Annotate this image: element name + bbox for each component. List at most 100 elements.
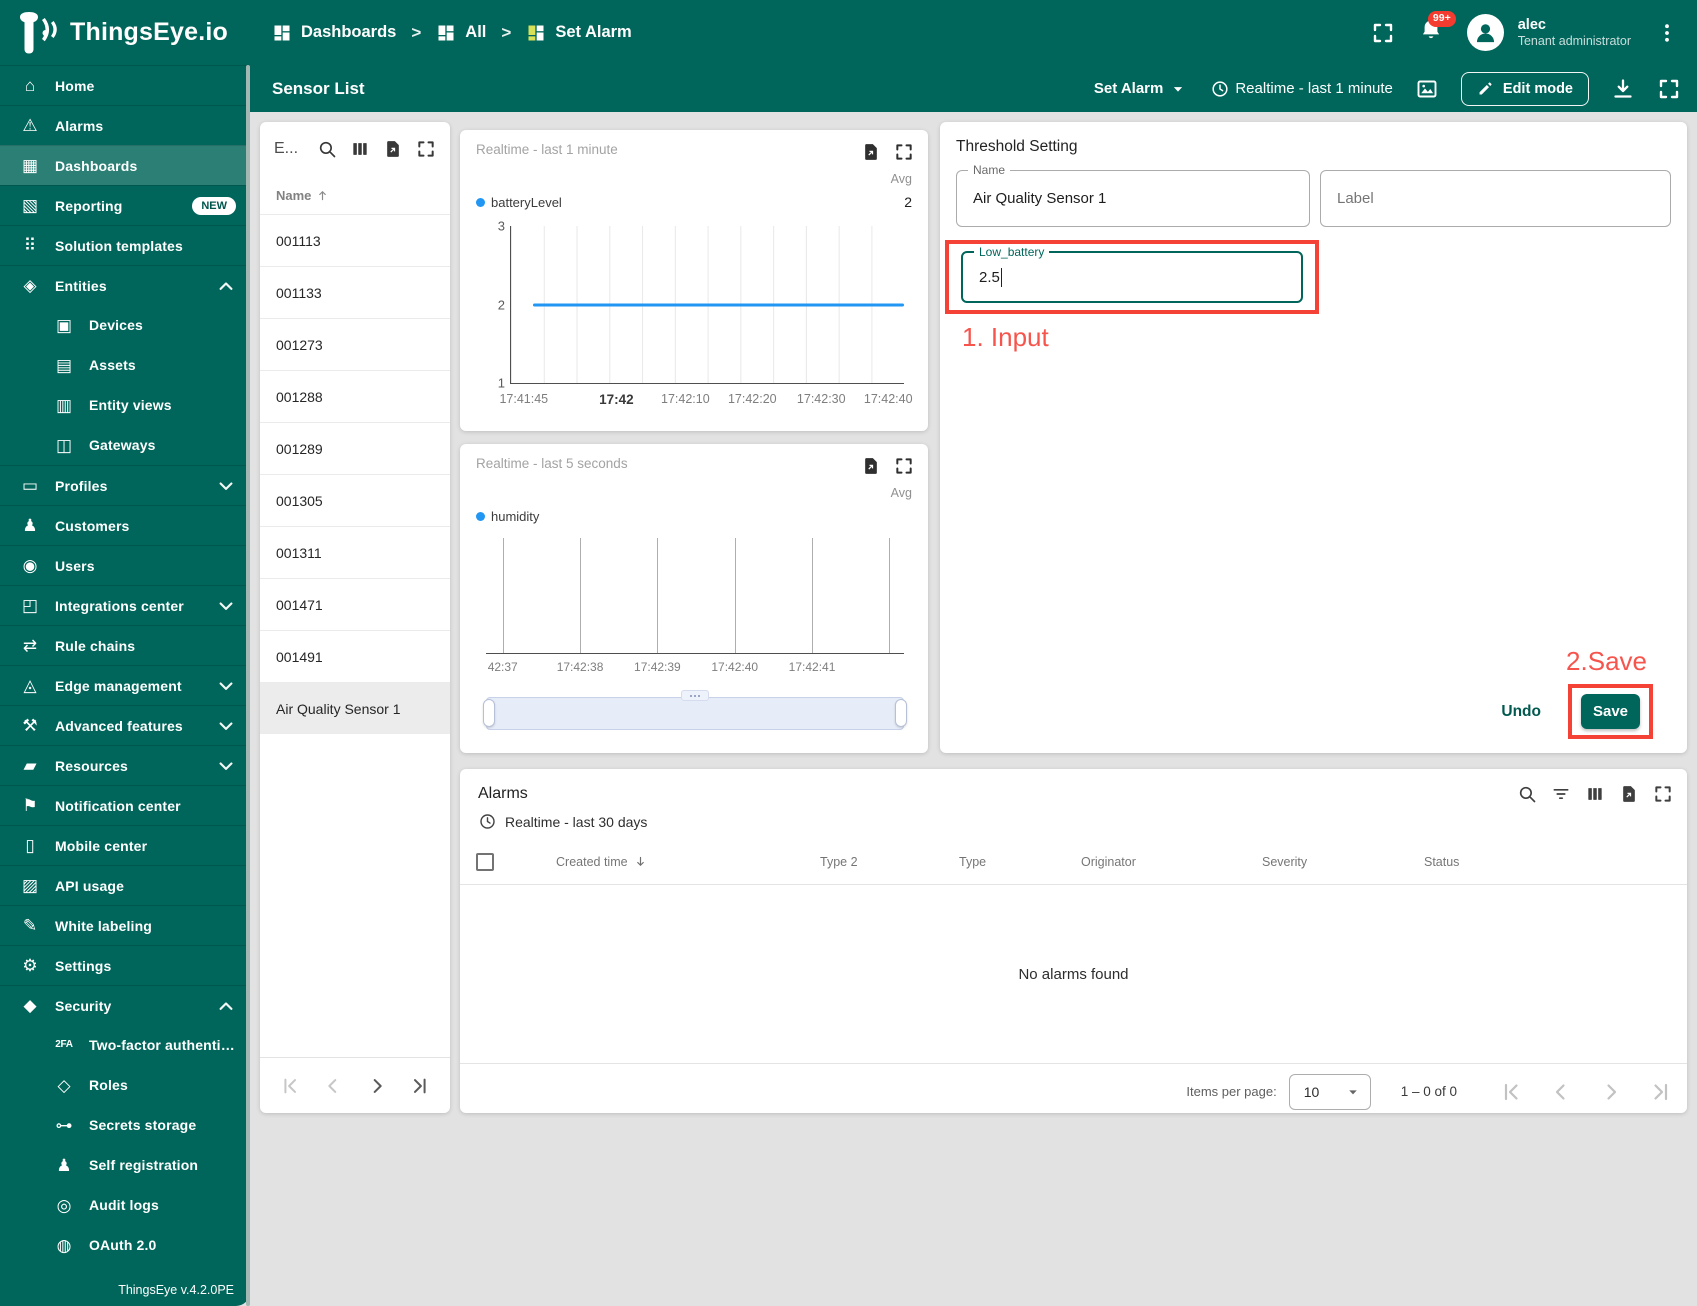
sensor-row[interactable]: 001289 bbox=[260, 422, 450, 474]
expand-icon[interactable] bbox=[216, 716, 236, 736]
dashboard-state-button[interactable]: Set Alarm bbox=[1094, 79, 1188, 99]
breadcrumb-item[interactable]: > Set Alarm bbox=[486, 23, 631, 43]
expand-icon[interactable] bbox=[216, 996, 236, 1016]
sidebar-item[interactable]: ⠿ Solution templates bbox=[0, 225, 250, 265]
sidebar-item[interactable]: ◍ OAuth 2.0 bbox=[0, 1225, 250, 1265]
fullscreen-icon[interactable] bbox=[416, 139, 436, 159]
sensor-row[interactable]: 001288 bbox=[260, 370, 450, 422]
sidebar-item[interactable]: ▥ Entity views bbox=[0, 385, 250, 425]
sidebar-item[interactable]: ◇ Roles bbox=[0, 1065, 250, 1105]
column-type2[interactable]: Type 2 bbox=[820, 855, 959, 869]
avatar[interactable] bbox=[1466, 14, 1504, 51]
sidebar-item[interactable]: ◉ Users bbox=[0, 545, 250, 585]
battery-chart-plot[interactable]: 3 2 1 bbox=[498, 219, 904, 391]
sidebar-item[interactable]: ◈ Entities bbox=[0, 265, 250, 305]
prev-page-icon[interactable] bbox=[322, 1075, 344, 1097]
sensor-row[interactable]: 001305 bbox=[260, 474, 450, 526]
sidebar-item[interactable]: ⚠ Alarms bbox=[0, 105, 250, 145]
humidity-chart-plot[interactable] bbox=[486, 538, 904, 654]
sidebar-item[interactable]: ✎ White labeling bbox=[0, 905, 250, 945]
expand-icon[interactable] bbox=[216, 596, 236, 616]
expand-icon[interactable] bbox=[216, 756, 236, 776]
legend-label[interactable]: batteryLevel bbox=[491, 195, 562, 210]
sidebar-item[interactable]: 2FA Two-factor authenticati… bbox=[0, 1025, 250, 1065]
user-info[interactable]: alec Tenant administrator bbox=[1518, 16, 1631, 50]
select-all-checkbox[interactable] bbox=[476, 852, 494, 871]
column-severity[interactable]: Severity bbox=[1262, 855, 1424, 869]
range-slider-track[interactable] bbox=[486, 697, 904, 730]
export-icon[interactable] bbox=[861, 456, 881, 476]
sidebar-item[interactable]: ▣ Devices bbox=[0, 305, 250, 345]
column-status[interactable]: Status bbox=[1424, 855, 1687, 869]
sidebar-item[interactable]: ▭ Profiles bbox=[0, 465, 250, 505]
fullscreen-icon[interactable] bbox=[894, 456, 914, 476]
column-created-time[interactable]: Created time bbox=[556, 854, 820, 869]
sidebar-item[interactable]: ⌂ Home bbox=[0, 65, 250, 105]
sensor-row[interactable]: 001113 bbox=[260, 214, 450, 266]
breadcrumb-item[interactable]: Dashboards bbox=[272, 23, 396, 43]
fullscreen-icon[interactable] bbox=[1653, 784, 1673, 804]
kebab-menu-icon[interactable] bbox=[1655, 21, 1679, 45]
image-icon[interactable] bbox=[1415, 77, 1439, 101]
sensor-row[interactable]: Air Quality Sensor 1 bbox=[260, 682, 450, 734]
sidebar-scrollbar[interactable] bbox=[246, 65, 250, 1306]
alarms-timewindow-button[interactable]: Realtime - last 30 days bbox=[460, 806, 1687, 831]
sensor-row[interactable]: 001491 bbox=[260, 630, 450, 682]
next-page-icon[interactable] bbox=[1599, 1080, 1623, 1104]
download-icon[interactable] bbox=[1611, 77, 1635, 101]
column-originator[interactable]: Originator bbox=[1081, 855, 1262, 869]
page-size-select[interactable]: 10 bbox=[1288, 1073, 1371, 1110]
name-column-header[interactable]: Name bbox=[260, 176, 450, 214]
brand-logo[interactable]: ThingsEye.io bbox=[12, 11, 228, 55]
fullscreen-icon[interactable] bbox=[1371, 21, 1395, 45]
low-battery-field[interactable]: Low_battery 2.5 bbox=[961, 245, 1303, 303]
range-slider-handle-right[interactable] bbox=[895, 699, 907, 727]
sidebar-item[interactable]: ♟ Customers bbox=[0, 505, 250, 545]
expand-icon[interactable] bbox=[216, 476, 236, 496]
sidebar-item[interactable]: ⚑ Notification center bbox=[0, 785, 250, 825]
sidebar-item[interactable]: ▧ Reporting NEW bbox=[0, 185, 250, 225]
sidebar-item[interactable]: ▯ Mobile center bbox=[0, 825, 250, 865]
column-type[interactable]: Type bbox=[959, 855, 1081, 869]
expand-icon[interactable] bbox=[216, 676, 236, 696]
sidebar-item[interactable]: ▰ Resources bbox=[0, 745, 250, 785]
fullscreen-icon[interactable] bbox=[1657, 77, 1681, 101]
sidebar-item[interactable]: ▦ Dashboards bbox=[0, 145, 250, 185]
sidebar-item[interactable]: ◰ Integrations center bbox=[0, 585, 250, 625]
save-button[interactable]: Save bbox=[1581, 694, 1640, 729]
sidebar-item[interactable]: ◫ Gateways bbox=[0, 425, 250, 465]
columns-icon[interactable] bbox=[1585, 784, 1605, 804]
sidebar-item[interactable]: ▤ Assets bbox=[0, 345, 250, 385]
first-page-icon[interactable] bbox=[279, 1075, 301, 1097]
export-icon[interactable] bbox=[1619, 784, 1639, 804]
sensor-row[interactable]: 001311 bbox=[260, 526, 450, 578]
sensor-row[interactable]: 001471 bbox=[260, 578, 450, 630]
search-icon[interactable] bbox=[317, 139, 337, 159]
sidebar-item[interactable]: ▨ API usage bbox=[0, 865, 250, 905]
expand-icon[interactable] bbox=[216, 276, 236, 296]
timewindow-button[interactable]: Realtime - last 1 minute bbox=[1210, 79, 1393, 99]
sidebar-item[interactable]: ◬ Edge management bbox=[0, 665, 250, 705]
sidebar-item[interactable]: ◎ Audit logs bbox=[0, 1185, 250, 1225]
next-page-icon[interactable] bbox=[366, 1075, 388, 1097]
export-icon[interactable] bbox=[383, 139, 403, 159]
sensor-row[interactable]: 001273 bbox=[260, 318, 450, 370]
sidebar-item[interactable]: ⊶ Secrets storage bbox=[0, 1105, 250, 1145]
first-page-icon[interactable] bbox=[1499, 1080, 1523, 1104]
export-icon[interactable] bbox=[861, 142, 881, 162]
name-field[interactable]: Name Air Quality Sensor 1 bbox=[956, 163, 1310, 227]
search-icon[interactable] bbox=[1517, 784, 1537, 804]
sidebar-item[interactable]: ⚙ Settings bbox=[0, 945, 250, 985]
last-page-icon[interactable] bbox=[409, 1075, 431, 1097]
last-page-icon[interactable] bbox=[1649, 1080, 1673, 1104]
notifications-button[interactable]: 99+ bbox=[1419, 11, 1456, 47]
breadcrumb-item[interactable]: > All bbox=[396, 23, 486, 43]
fullscreen-icon[interactable] bbox=[894, 142, 914, 162]
filter-icon[interactable] bbox=[1551, 784, 1571, 804]
sidebar-item[interactable]: ⇄ Rule chains bbox=[0, 625, 250, 665]
range-slider-handle-left[interactable] bbox=[483, 699, 495, 727]
legend-label[interactable]: humidity bbox=[491, 509, 539, 524]
prev-page-icon[interactable] bbox=[1549, 1080, 1573, 1104]
sidebar-item[interactable]: ◆ Security bbox=[0, 985, 250, 1025]
sensor-row[interactable]: 001133 bbox=[260, 266, 450, 318]
